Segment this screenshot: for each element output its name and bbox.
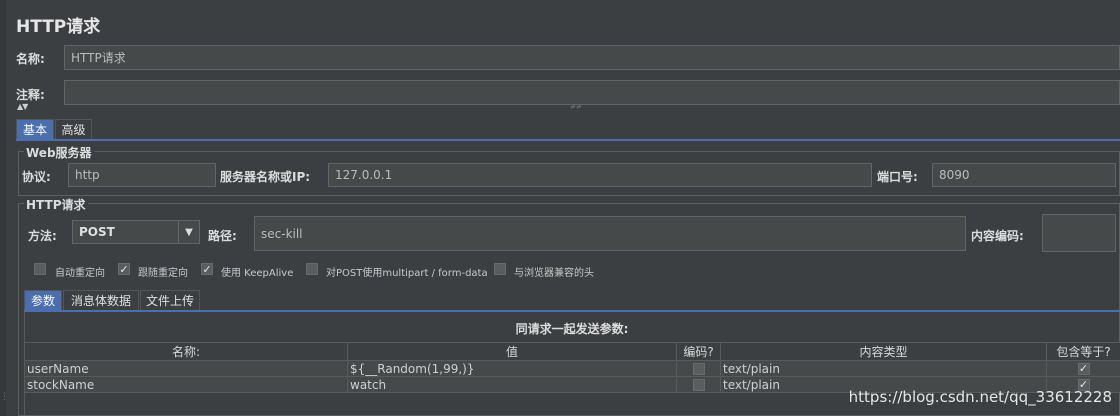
protocol-label: 协议: <box>22 170 51 184</box>
tab-basic[interactable]: 基本 <box>16 119 54 139</box>
collapse-toggle-icon[interactable]: ▲▼ <box>17 102 28 111</box>
param-encode-cell[interactable] <box>676 360 721 377</box>
port-input[interactable]: 8090 <box>932 163 1116 187</box>
follow-redirect-label: 跟随重定向 <box>138 268 188 279</box>
http-request-title: HTTP请求 <box>24 196 88 213</box>
follow-redirect-checkbox[interactable]: ✓ <box>118 263 130 275</box>
port-label: 端口号: <box>877 170 918 184</box>
tab-advanced[interactable]: 高级 <box>55 119 92 139</box>
col-include-equals-header[interactable]: 包含等于? <box>1046 342 1120 361</box>
browser-headers-label: 与浏览器兼容的头 <box>514 268 594 279</box>
multipart-label: 对POST使用multipart / form-data <box>326 268 488 279</box>
tab-file-upload[interactable]: 文件上传 <box>140 290 200 310</box>
tab-parameters[interactable]: 参数 <box>24 290 62 310</box>
param-content-type-cell[interactable]: text/plain <box>720 360 1047 377</box>
tab-underline <box>16 139 1120 141</box>
method-value: POST <box>79 225 115 239</box>
protocol-input[interactable]: http <box>68 163 216 187</box>
web-server-title: Web服务器 <box>24 144 94 161</box>
encoding-label: 内容编码: <box>971 229 1024 243</box>
multipart-checkbox[interactable] <box>306 263 318 275</box>
path-label: 路径: <box>208 229 237 243</box>
param-include-equals-cell[interactable]: ✓ <box>1046 360 1120 377</box>
left-edge-strip <box>0 0 6 416</box>
method-label: 方法: <box>28 229 57 243</box>
param-encode-cell[interactable] <box>676 376 721 393</box>
param-value-cell[interactable]: ${__Random(1,99,)} <box>347 360 677 377</box>
include-equals-checkbox[interactable]: ✓ <box>1077 363 1090 375</box>
keepalive-checkbox[interactable]: ✓ <box>201 263 213 275</box>
params-header-row: 名称: 值 编码? 内容类型 包含等于? <box>24 342 1120 361</box>
col-content-type-header[interactable]: 内容类型 <box>720 342 1047 361</box>
keepalive-label: 使用 KeepAlive <box>221 268 294 279</box>
param-name-cell[interactable]: userName <box>24 360 348 377</box>
name-input[interactable]: HTTP请求 <box>64 45 1120 70</box>
encoding-input[interactable] <box>1042 214 1116 252</box>
params-caption: 同请求一起发送参数: <box>515 322 629 336</box>
encode-checkbox[interactable] <box>692 379 705 391</box>
tab-body-data[interactable]: 消息体数据 <box>63 290 139 310</box>
params-table: 名称: 值 编码? 内容类型 包含等于? userName ${__Random… <box>24 342 1120 393</box>
col-encode-header[interactable]: 编码? <box>676 342 721 361</box>
chevron-down-icon[interactable]: ▼ <box>178 221 199 243</box>
edge-grip-icon[interactable]: ⋮ <box>0 392 9 402</box>
server-label: 服务器名称或IP: <box>220 170 311 184</box>
method-select[interactable]: POST ▼ <box>72 220 200 244</box>
watermark-url: https://blog.csdn.net/qq_33612228 <box>848 388 1112 406</box>
table-row[interactable]: userName ${__Random(1,99,)} text/plain ✓ <box>24 360 1120 377</box>
auto-redirect-checkbox[interactable] <box>34 263 46 275</box>
page-title: HTTP请求 <box>16 17 101 37</box>
browser-headers-checkbox[interactable] <box>494 263 506 275</box>
col-value-header[interactable]: 值 <box>347 342 677 361</box>
comment-input[interactable] <box>64 80 1120 105</box>
resize-handle-icon[interactable]: ⩫⩫ <box>570 103 582 111</box>
path-input[interactable]: sec-kill <box>254 216 966 251</box>
col-name-header[interactable]: 名称: <box>24 342 348 361</box>
auto-redirect-label: 自动重定向 <box>55 268 105 279</box>
name-label: 名称: <box>16 52 45 66</box>
param-name-cell[interactable]: stockName <box>24 376 348 393</box>
comment-label: 注释: <box>16 88 45 102</box>
server-input[interactable]: 127.0.0.1 <box>328 163 872 187</box>
encode-checkbox[interactable] <box>692 363 705 375</box>
param-value-cell[interactable]: watch <box>347 376 677 393</box>
